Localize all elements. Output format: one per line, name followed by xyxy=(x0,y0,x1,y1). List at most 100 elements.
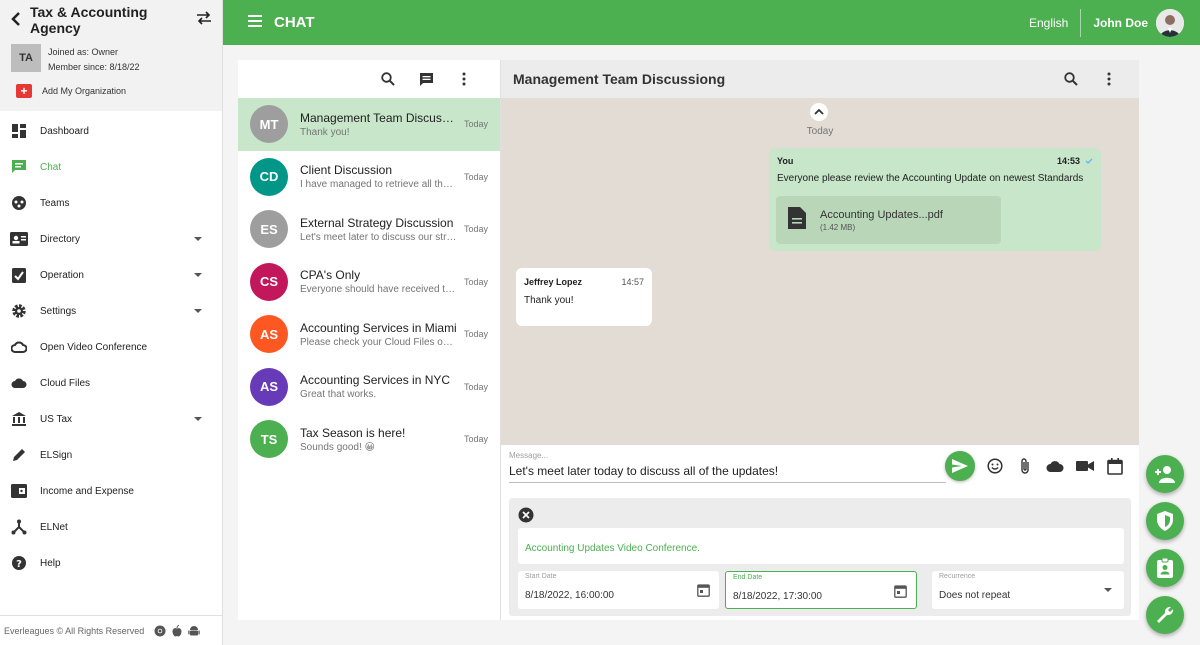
android-icon[interactable] xyxy=(188,625,200,637)
apple-icon[interactable] xyxy=(171,624,183,637)
user-name[interactable]: John Doe xyxy=(1093,16,1148,30)
sidebar-item-label: Settings xyxy=(40,305,77,317)
sidebar-item-dashboard[interactable]: Dashboard xyxy=(0,113,222,149)
message-sender: Jeffrey Lopez xyxy=(524,277,583,287)
search-icon[interactable] xyxy=(380,71,396,87)
user-avatar[interactable] xyxy=(1156,8,1184,37)
security-shield-fab[interactable] xyxy=(1146,502,1184,540)
swap-org-icon[interactable] xyxy=(196,10,212,30)
wrench-tools-fab[interactable] xyxy=(1146,596,1184,634)
sidebar-item-elsign[interactable]: ELSign xyxy=(0,437,222,473)
chevron-down-icon xyxy=(194,417,202,421)
chat-avatar: ES xyxy=(250,210,288,249)
sidebar-item-label: Dashboard xyxy=(40,125,89,137)
sidebar-item-income-expense[interactable]: Income and Expense xyxy=(0,473,222,509)
sidebar-item-us-tax[interactable]: US Tax xyxy=(0,401,222,437)
back-arrow-icon[interactable] xyxy=(10,10,30,31)
sidebar-item-label: Operation xyxy=(40,269,84,281)
recurrence-value: Does not repeat xyxy=(939,590,1011,601)
conversation-panel: Management Team Discussiong Today You 14… xyxy=(501,60,1139,620)
cloud-upload-icon[interactable] xyxy=(1045,456,1065,476)
chat-avatar: TS xyxy=(250,420,288,459)
chat-name: External Strategy Discussion xyxy=(300,215,454,230)
org-header: Tax & Accounting Agency xyxy=(0,0,222,40)
chat-list-item[interactable]: AS Accounting Services in NYC Great that … xyxy=(238,361,500,414)
chat-avatar: CS xyxy=(250,262,288,301)
conversation-title: Management Team Discussiong xyxy=(513,71,726,87)
conference-title-input[interactable]: Accounting Updates Video Conference. xyxy=(518,528,1124,564)
recurrence-select[interactable]: Recurrence Does not repeat xyxy=(932,571,1124,609)
add-org-label: Add My Organization xyxy=(42,86,127,96)
language-selector[interactable]: English xyxy=(1029,16,1068,30)
sidebar-item-video-conference[interactable]: Open Video Conference xyxy=(0,329,222,365)
chat-list-item[interactable]: CS CPA's Only Everyone should have receiv… xyxy=(238,256,500,309)
incoming-message: Jeffrey Lopez 14:57 Thank you! xyxy=(516,268,652,326)
sidebar-item-cloud-files[interactable]: Cloud Files xyxy=(0,365,222,401)
sidebar-item-label: Help xyxy=(40,557,61,569)
message-area[interactable]: Today You 14:53 Everyone please review t… xyxy=(501,98,1139,445)
chevron-up-icon[interactable] xyxy=(810,103,828,121)
chat-avatar: AS xyxy=(250,315,288,354)
org-avatar: TA xyxy=(11,44,41,72)
check-icon xyxy=(1085,156,1093,166)
chat-avatar: CD xyxy=(250,157,288,196)
close-icon[interactable] xyxy=(518,507,534,523)
calendar-icon[interactable] xyxy=(894,584,908,598)
send-button[interactable] xyxy=(945,451,975,481)
file-size: (1.42 MB) xyxy=(820,222,856,232)
org-meta: Joined as: Owner Member since: 8/18/22 xyxy=(48,45,140,75)
sidebar-item-label: Open Video Conference xyxy=(40,341,148,353)
message-composer: Message... Let's meet later today to dis… xyxy=(501,445,1139,495)
start-date-label: Start Date xyxy=(525,573,557,580)
chat-list-item[interactable]: TS Tax Season is here! Sounds good! 😀 Tod… xyxy=(238,413,500,466)
sidebar-item-teams[interactable]: Teams xyxy=(0,185,222,221)
topbar-divider xyxy=(1080,8,1082,37)
sidebar-item-help[interactable]: ? Help xyxy=(0,545,222,581)
sidebar-item-elnet[interactable]: ELNet xyxy=(0,509,222,545)
hamburger-menu-icon[interactable] xyxy=(248,14,262,32)
sidebar-item-label: Chat xyxy=(40,161,62,173)
contact-badge-fab[interactable] xyxy=(1146,549,1184,587)
sidebar-footer: Everleagues © All Rights Reserved xyxy=(0,615,223,645)
sidebar-item-label: Directory xyxy=(40,233,81,245)
calendar-icon[interactable] xyxy=(1105,456,1125,476)
add-organization-link[interactable]: + Add My Organization xyxy=(16,84,126,98)
message-sender: You xyxy=(777,156,794,166)
calendar-icon[interactable] xyxy=(697,583,711,597)
outgoing-message: You 14:53 Everyone please review the Acc… xyxy=(769,148,1101,251)
sidebar-item-label: Income and Expense xyxy=(40,485,134,497)
sidebar-item-label: US Tax xyxy=(40,413,73,425)
gear-icon xyxy=(10,302,28,320)
chevron-down-icon xyxy=(194,309,202,313)
more-vert-icon[interactable] xyxy=(456,71,472,87)
sidebar-item-operation[interactable]: Operation xyxy=(0,257,222,293)
platform-links xyxy=(154,624,200,637)
start-date-field[interactable]: Start Date 8/18/2022, 16:00:00 xyxy=(518,571,719,609)
chat-list-item[interactable]: ES External Strategy Discussion Let's mee… xyxy=(238,203,500,256)
file-name: Accounting Updates...pdf xyxy=(820,208,943,221)
sidebar-item-label: ELSign xyxy=(40,449,73,461)
attach-icon[interactable] xyxy=(1015,456,1035,476)
chrome-icon[interactable] xyxy=(154,625,166,637)
sidebar-item-label: ELNet xyxy=(40,521,68,533)
sidebar-item-directory[interactable]: Directory xyxy=(0,221,222,257)
file-attachment[interactable]: Accounting Updates...pdf (1.42 MB) xyxy=(776,196,1001,244)
add-contact-fab[interactable] xyxy=(1146,455,1184,493)
sidebar-item-settings[interactable]: Settings xyxy=(0,293,222,329)
help-icon: ? xyxy=(10,554,28,572)
video-camera-icon[interactable] xyxy=(1075,456,1095,476)
message-input[interactable]: Let's meet later today to discuss all of… xyxy=(509,464,946,483)
message-time: 14:53 xyxy=(1056,156,1080,166)
chat-list-item[interactable]: MT Management Team Discussiong Thank you!… xyxy=(238,98,500,151)
emoji-icon[interactable] xyxy=(985,456,1005,476)
more-vert-icon[interactable] xyxy=(1101,71,1117,87)
search-icon[interactable] xyxy=(1063,71,1079,87)
chat-list-item[interactable]: CD Client Discussion I have managed to re… xyxy=(238,151,500,204)
sidebar-item-chat[interactable]: Chat xyxy=(0,149,222,185)
chat-list-item[interactable]: AS Accounting Services in Miami Please ch… xyxy=(238,308,500,361)
end-date-field[interactable]: End Date 8/18/2022, 17:30:00 xyxy=(725,571,917,609)
page-title: CHAT xyxy=(274,14,315,31)
new-chat-icon[interactable] xyxy=(418,71,434,87)
clipboard-check-icon xyxy=(10,266,28,284)
cloud-outline-icon xyxy=(10,338,28,356)
